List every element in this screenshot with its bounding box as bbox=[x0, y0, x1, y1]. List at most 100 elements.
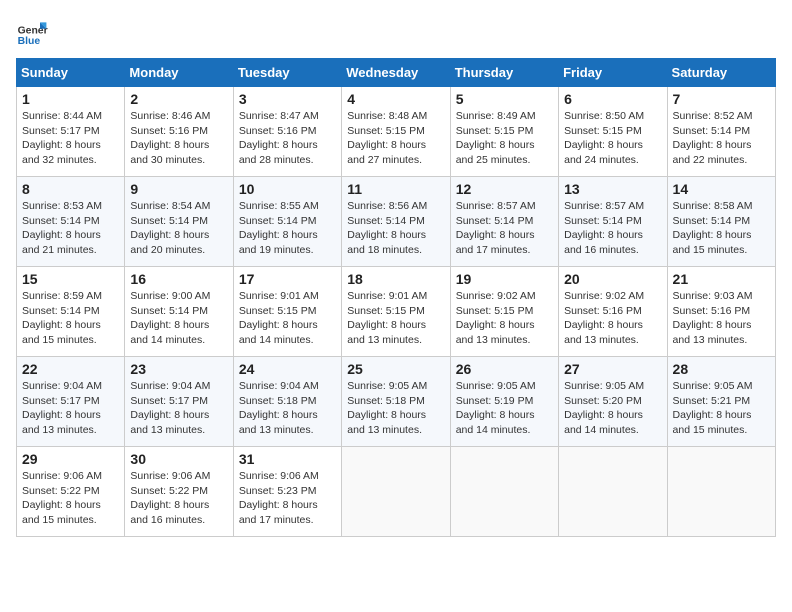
svg-text:Blue: Blue bbox=[18, 36, 41, 47]
day-number: 26 bbox=[456, 361, 553, 377]
day-info: Sunrise: 9:02 AMSunset: 5:15 PMDaylight:… bbox=[456, 289, 553, 348]
day-number: 30 bbox=[130, 451, 227, 467]
calendar-cell: 13 Sunrise: 8:57 AMSunset: 5:14 PMDaylig… bbox=[559, 177, 667, 267]
day-info: Sunrise: 9:03 AMSunset: 5:16 PMDaylight:… bbox=[673, 289, 770, 348]
day-info: Sunrise: 8:44 AMSunset: 5:17 PMDaylight:… bbox=[22, 109, 119, 168]
day-info: Sunrise: 9:06 AMSunset: 5:23 PMDaylight:… bbox=[239, 469, 336, 528]
calendar-cell: 30 Sunrise: 9:06 AMSunset: 5:22 PMDaylig… bbox=[125, 447, 233, 537]
day-number: 16 bbox=[130, 271, 227, 287]
day-info: Sunrise: 9:01 AMSunset: 5:15 PMDaylight:… bbox=[239, 289, 336, 348]
calendar-cell: 9 Sunrise: 8:54 AMSunset: 5:14 PMDayligh… bbox=[125, 177, 233, 267]
day-number: 15 bbox=[22, 271, 119, 287]
day-info: Sunrise: 9:00 AMSunset: 5:14 PMDaylight:… bbox=[130, 289, 227, 348]
calendar-cell: 14 Sunrise: 8:58 AMSunset: 5:14 PMDaylig… bbox=[667, 177, 775, 267]
day-number: 1 bbox=[22, 91, 119, 107]
day-info: Sunrise: 9:05 AMSunset: 5:19 PMDaylight:… bbox=[456, 379, 553, 438]
day-info: Sunrise: 9:04 AMSunset: 5:17 PMDaylight:… bbox=[22, 379, 119, 438]
day-number: 13 bbox=[564, 181, 661, 197]
calendar-cell: 28 Sunrise: 9:05 AMSunset: 5:21 PMDaylig… bbox=[667, 357, 775, 447]
calendar-cell: 10 Sunrise: 8:55 AMSunset: 5:14 PMDaylig… bbox=[233, 177, 341, 267]
day-info: Sunrise: 8:57 AMSunset: 5:14 PMDaylight:… bbox=[564, 199, 661, 258]
day-info: Sunrise: 8:53 AMSunset: 5:14 PMDaylight:… bbox=[22, 199, 119, 258]
calendar-cell: 19 Sunrise: 9:02 AMSunset: 5:15 PMDaylig… bbox=[450, 267, 558, 357]
weekday-header-wednesday: Wednesday bbox=[342, 59, 450, 87]
day-number: 24 bbox=[239, 361, 336, 377]
day-info: Sunrise: 8:50 AMSunset: 5:15 PMDaylight:… bbox=[564, 109, 661, 168]
calendar-cell: 5 Sunrise: 8:49 AMSunset: 5:15 PMDayligh… bbox=[450, 87, 558, 177]
calendar-cell: 15 Sunrise: 8:59 AMSunset: 5:14 PMDaylig… bbox=[17, 267, 125, 357]
calendar-table: SundayMondayTuesdayWednesdayThursdayFrid… bbox=[16, 58, 776, 537]
calendar-cell: 24 Sunrise: 9:04 AMSunset: 5:18 PMDaylig… bbox=[233, 357, 341, 447]
day-info: Sunrise: 8:48 AMSunset: 5:15 PMDaylight:… bbox=[347, 109, 444, 168]
weekday-header-monday: Monday bbox=[125, 59, 233, 87]
day-info: Sunrise: 8:57 AMSunset: 5:14 PMDaylight:… bbox=[456, 199, 553, 258]
calendar-cell: 27 Sunrise: 9:05 AMSunset: 5:20 PMDaylig… bbox=[559, 357, 667, 447]
calendar-cell bbox=[450, 447, 558, 537]
calendar-cell: 16 Sunrise: 9:00 AMSunset: 5:14 PMDaylig… bbox=[125, 267, 233, 357]
day-info: Sunrise: 9:06 AMSunset: 5:22 PMDaylight:… bbox=[130, 469, 227, 528]
day-number: 27 bbox=[564, 361, 661, 377]
day-info: Sunrise: 9:02 AMSunset: 5:16 PMDaylight:… bbox=[564, 289, 661, 348]
calendar-cell: 22 Sunrise: 9:04 AMSunset: 5:17 PMDaylig… bbox=[17, 357, 125, 447]
day-info: Sunrise: 8:59 AMSunset: 5:14 PMDaylight:… bbox=[22, 289, 119, 348]
logo-icon: General Blue bbox=[16, 16, 48, 48]
calendar-cell: 26 Sunrise: 9:05 AMSunset: 5:19 PMDaylig… bbox=[450, 357, 558, 447]
day-info: Sunrise: 9:06 AMSunset: 5:22 PMDaylight:… bbox=[22, 469, 119, 528]
weekday-header-sunday: Sunday bbox=[17, 59, 125, 87]
day-number: 17 bbox=[239, 271, 336, 287]
calendar-cell: 21 Sunrise: 9:03 AMSunset: 5:16 PMDaylig… bbox=[667, 267, 775, 357]
day-number: 21 bbox=[673, 271, 770, 287]
weekday-header-saturday: Saturday bbox=[667, 59, 775, 87]
day-info: Sunrise: 9:04 AMSunset: 5:17 PMDaylight:… bbox=[130, 379, 227, 438]
calendar-cell: 2 Sunrise: 8:46 AMSunset: 5:16 PMDayligh… bbox=[125, 87, 233, 177]
day-number: 31 bbox=[239, 451, 336, 467]
calendar-cell: 17 Sunrise: 9:01 AMSunset: 5:15 PMDaylig… bbox=[233, 267, 341, 357]
day-info: Sunrise: 8:46 AMSunset: 5:16 PMDaylight:… bbox=[130, 109, 227, 168]
day-info: Sunrise: 9:04 AMSunset: 5:18 PMDaylight:… bbox=[239, 379, 336, 438]
weekday-header-friday: Friday bbox=[559, 59, 667, 87]
day-number: 5 bbox=[456, 91, 553, 107]
day-number: 2 bbox=[130, 91, 227, 107]
calendar-cell: 6 Sunrise: 8:50 AMSunset: 5:15 PMDayligh… bbox=[559, 87, 667, 177]
day-info: Sunrise: 8:54 AMSunset: 5:14 PMDaylight:… bbox=[130, 199, 227, 258]
day-number: 14 bbox=[673, 181, 770, 197]
day-number: 12 bbox=[456, 181, 553, 197]
weekday-header-thursday: Thursday bbox=[450, 59, 558, 87]
logo: General Blue bbox=[16, 16, 32, 48]
day-info: Sunrise: 8:56 AMSunset: 5:14 PMDaylight:… bbox=[347, 199, 444, 258]
day-number: 29 bbox=[22, 451, 119, 467]
calendar-cell bbox=[342, 447, 450, 537]
day-number: 22 bbox=[22, 361, 119, 377]
day-number: 11 bbox=[347, 181, 444, 197]
calendar-cell: 7 Sunrise: 8:52 AMSunset: 5:14 PMDayligh… bbox=[667, 87, 775, 177]
calendar-cell bbox=[559, 447, 667, 537]
day-number: 20 bbox=[564, 271, 661, 287]
day-number: 18 bbox=[347, 271, 444, 287]
calendar-cell: 31 Sunrise: 9:06 AMSunset: 5:23 PMDaylig… bbox=[233, 447, 341, 537]
day-number: 6 bbox=[564, 91, 661, 107]
day-number: 10 bbox=[239, 181, 336, 197]
calendar-cell: 29 Sunrise: 9:06 AMSunset: 5:22 PMDaylig… bbox=[17, 447, 125, 537]
calendar-cell: 12 Sunrise: 8:57 AMSunset: 5:14 PMDaylig… bbox=[450, 177, 558, 267]
day-number: 4 bbox=[347, 91, 444, 107]
calendar-cell: 11 Sunrise: 8:56 AMSunset: 5:14 PMDaylig… bbox=[342, 177, 450, 267]
calendar-cell: 20 Sunrise: 9:02 AMSunset: 5:16 PMDaylig… bbox=[559, 267, 667, 357]
calendar-cell: 1 Sunrise: 8:44 AMSunset: 5:17 PMDayligh… bbox=[17, 87, 125, 177]
calendar-cell bbox=[667, 447, 775, 537]
day-number: 9 bbox=[130, 181, 227, 197]
day-number: 19 bbox=[456, 271, 553, 287]
page-header: General Blue bbox=[16, 16, 776, 48]
calendar-cell: 4 Sunrise: 8:48 AMSunset: 5:15 PMDayligh… bbox=[342, 87, 450, 177]
day-info: Sunrise: 9:05 AMSunset: 5:20 PMDaylight:… bbox=[564, 379, 661, 438]
day-number: 23 bbox=[130, 361, 227, 377]
day-info: Sunrise: 8:49 AMSunset: 5:15 PMDaylight:… bbox=[456, 109, 553, 168]
day-number: 3 bbox=[239, 91, 336, 107]
calendar-cell: 23 Sunrise: 9:04 AMSunset: 5:17 PMDaylig… bbox=[125, 357, 233, 447]
day-number: 28 bbox=[673, 361, 770, 377]
day-number: 25 bbox=[347, 361, 444, 377]
weekday-header-tuesday: Tuesday bbox=[233, 59, 341, 87]
day-info: Sunrise: 9:05 AMSunset: 5:18 PMDaylight:… bbox=[347, 379, 444, 438]
day-info: Sunrise: 8:52 AMSunset: 5:14 PMDaylight:… bbox=[673, 109, 770, 168]
calendar-cell: 18 Sunrise: 9:01 AMSunset: 5:15 PMDaylig… bbox=[342, 267, 450, 357]
day-number: 8 bbox=[22, 181, 119, 197]
